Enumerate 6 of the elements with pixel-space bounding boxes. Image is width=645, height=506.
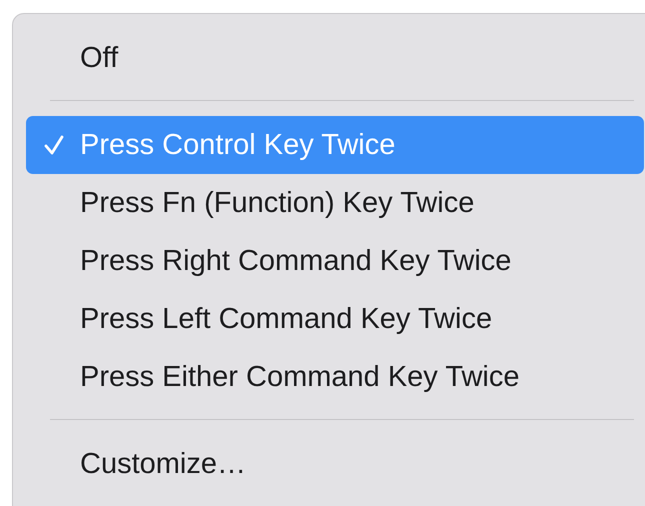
menu-item[interactable]: Press Fn (Function) Key Twice — [26, 174, 644, 232]
menu-item[interactable]: Press Either Command Key Twice — [26, 348, 644, 406]
menu-item[interactable]: Press Left Command Key Twice — [26, 290, 644, 348]
menu-item[interactable]: Press Right Command Key Twice — [26, 232, 644, 290]
menu-item[interactable]: Off — [26, 29, 644, 87]
menu-item[interactable]: Customize… — [26, 435, 644, 493]
